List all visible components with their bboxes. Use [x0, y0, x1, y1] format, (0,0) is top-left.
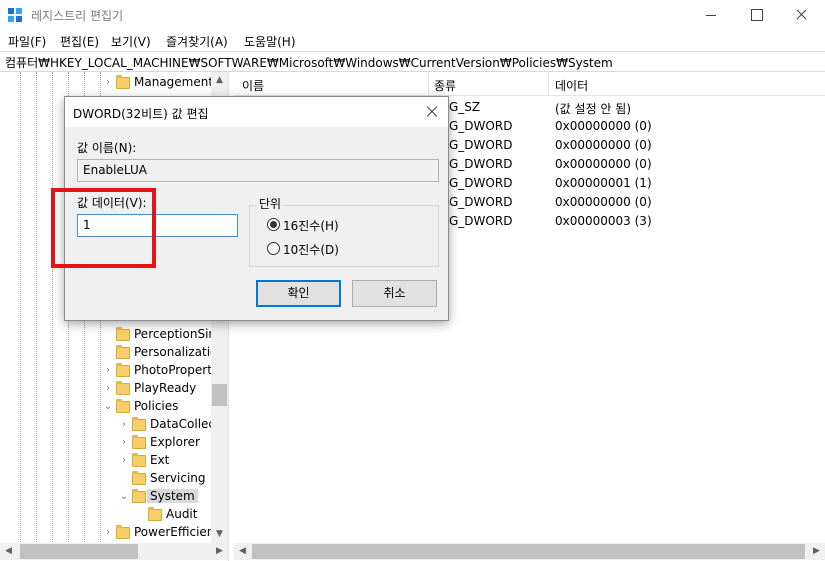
list-header: 이름 종류 데이터: [234, 72, 825, 96]
menu-help[interactable]: 도움말(H): [244, 33, 296, 50]
menu-bar: 파일(F) 편집(E) 보기(V) 즐겨찾기(A) 도움말(H): [0, 31, 825, 51]
chevron-right-icon[interactable]: ›: [102, 77, 114, 89]
title-bar: 레지스트리 편집기: [0, 0, 825, 31]
chevron-right-icon[interactable]: ›: [118, 419, 130, 431]
list-horizontal-scrollbar[interactable]: ◀ ▶: [234, 543, 825, 560]
scroll-left-arrow-icon[interactable]: ◀: [0, 543, 17, 560]
red-highlight-box: [51, 188, 156, 268]
folder-icon: [116, 399, 130, 413]
folder-icon: [116, 525, 130, 539]
chevron-right-icon[interactable]: ›: [102, 527, 114, 539]
value-name-field: EnableLUA: [77, 159, 439, 182]
menu-edit[interactable]: 편집(E): [60, 33, 99, 50]
chevron-down-icon[interactable]: ⌄: [102, 401, 114, 413]
folder-icon: [132, 453, 146, 467]
chevron-right-icon[interactable]: ›: [118, 455, 130, 467]
scroll-right-arrow-icon[interactable]: ▶: [211, 543, 228, 560]
value-name-label: 값 이름(N):: [77, 141, 137, 155]
scroll-left-arrow-icon[interactable]: ◀: [234, 543, 251, 560]
column-header-data[interactable]: 데이터: [555, 77, 588, 94]
chevron-down-icon[interactable]: ⌄: [118, 491, 130, 503]
close-button[interactable]: [779, 0, 825, 31]
tree-horizontal-scrollbar[interactable]: ◀ ▶: [0, 543, 228, 560]
base-group-label: 단위: [257, 195, 284, 212]
folder-icon: [116, 345, 130, 359]
scroll-up-arrow-icon[interactable]: ▲: [211, 72, 228, 89]
folder-icon: [132, 435, 146, 449]
dialog-close-icon[interactable]: [420, 100, 444, 124]
radio-hex-label[interactable]: 16진수(H): [283, 217, 339, 234]
address-bar[interactable]: 컴퓨터₩HKEY_LOCAL_MACHINE₩SOFTWARE₩Microsof…: [0, 51, 825, 72]
dialog-title-bar: DWORD(32비트) 값 편집: [65, 97, 448, 127]
scroll-thumb[interactable]: [252, 544, 805, 559]
menu-favorites[interactable]: 즐겨찾기(A): [166, 33, 228, 50]
radio-decimal[interactable]: [267, 242, 280, 255]
radio-hexadecimal[interactable]: [267, 218, 280, 231]
folder-icon: [116, 381, 130, 395]
cancel-button[interactable]: 취소: [352, 280, 437, 307]
chevron-right-icon[interactable]: ›: [118, 437, 130, 449]
dialog-title: DWORD(32비트) 값 편집: [73, 107, 209, 121]
folder-icon: [116, 363, 130, 377]
folder-icon: [132, 417, 146, 431]
scroll-thumb[interactable]: [212, 384, 227, 406]
registry-editor-icon: [8, 8, 24, 24]
scroll-right-arrow-icon[interactable]: ▶: [808, 543, 825, 560]
address-path[interactable]: 컴퓨터₩HKEY_LOCAL_MACHINE₩SOFTWARE₩Microsof…: [5, 54, 613, 71]
maximize-button[interactable]: [734, 0, 780, 31]
scroll-thumb[interactable]: [20, 544, 138, 559]
ok-button[interactable]: 확인: [256, 280, 341, 307]
menu-file[interactable]: 파일(F): [8, 33, 46, 50]
column-header-type[interactable]: 종류: [434, 77, 456, 94]
menu-view[interactable]: 보기(V): [111, 33, 151, 50]
scroll-down-arrow-icon[interactable]: ▼: [211, 526, 228, 543]
folder-icon: [116, 75, 130, 89]
minimize-button[interactable]: [688, 0, 734, 31]
folder-icon: [116, 327, 130, 341]
radio-dec-label[interactable]: 10진수(D): [283, 241, 339, 258]
folder-open-icon: [132, 489, 146, 503]
folder-icon: [148, 507, 162, 521]
base-groupbox: [249, 205, 439, 267]
chevron-right-icon[interactable]: ›: [102, 365, 114, 377]
folder-icon: [132, 471, 146, 485]
column-header-name[interactable]: 이름: [242, 77, 264, 94]
chevron-right-icon[interactable]: ›: [102, 383, 114, 395]
window-title: 레지스트리 편집기: [31, 9, 124, 23]
registry-editor-window: 레지스트리 편집기 파일(F) 편집(E) 보기(V) 즐겨찾기(A) 도움말(…: [0, 0, 825, 561]
